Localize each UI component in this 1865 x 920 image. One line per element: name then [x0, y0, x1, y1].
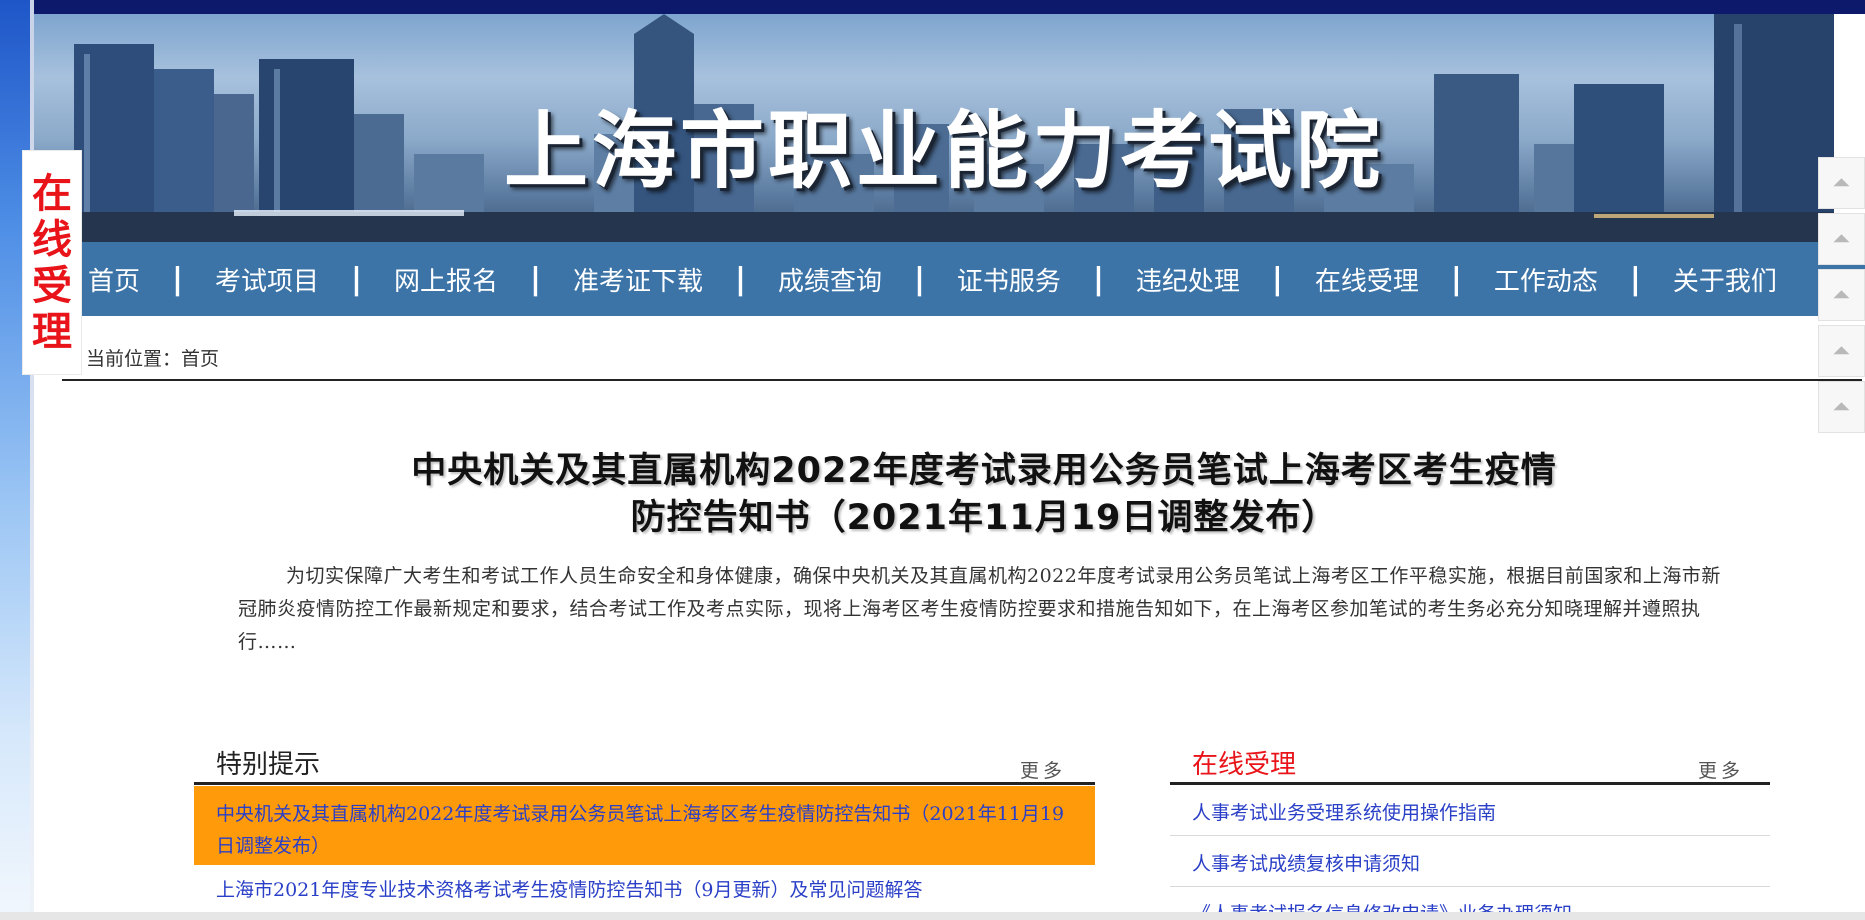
nav-separator: |	[913, 261, 925, 297]
nav-separator: |	[172, 261, 183, 297]
side-tag-char: 在	[32, 169, 72, 217]
nav-item-home[interactable]: 首页	[88, 261, 140, 298]
special-notice-header: 特别提示 更多	[194, 744, 1095, 784]
nav-item-work-news[interactable]: 工作动态	[1494, 261, 1598, 298]
article-title-line-2: 防控告知书（2021年11月19日调整发布）	[630, 498, 1338, 538]
left-gradient-strip	[0, 0, 34, 920]
nav-separator: |	[529, 261, 541, 297]
nav-item-certificate-service[interactable]: 证书服务	[957, 261, 1061, 298]
nav-item-online-service[interactable]: 在线受理	[1315, 261, 1419, 298]
nav-separator: |	[734, 261, 746, 297]
online-service-item[interactable]: 人事考试业务受理系统使用操作指南	[1192, 798, 1496, 825]
scroll-up-button[interactable]: ⏶	[1818, 381, 1865, 433]
floating-scroll-buttons: ⏶ ⏶ ⏶ ⏶ ⏶	[1818, 157, 1865, 437]
online-service-more-link[interactable]: 更多	[1698, 756, 1744, 783]
special-notice-divider	[194, 782, 1095, 785]
nav-separator: |	[1092, 261, 1104, 297]
scroll-up-button[interactable]: ⏶	[1818, 269, 1865, 321]
nav-item-exam-projects[interactable]: 考试项目	[215, 261, 319, 298]
online-service-item-divider	[1170, 835, 1770, 836]
online-service-side-tag[interactable]: 在 线 受 理	[22, 150, 82, 375]
nav-separator: |	[1271, 261, 1283, 297]
nav-item-about-us[interactable]: 关于我们	[1673, 261, 1777, 298]
scroll-up-button[interactable]: ⏶	[1818, 213, 1865, 265]
main-nav: 首页 | 考试项目 | 网上报名 | 准考证下载 | 成绩查询 | 证书服务 |…	[74, 242, 1865, 316]
nav-item-score-query[interactable]: 成绩查询	[778, 261, 882, 298]
up-arrow-icon: ⏶	[1832, 170, 1851, 196]
special-notice-title: 特别提示	[216, 750, 321, 780]
nav-separator: |	[1629, 261, 1641, 297]
scroll-up-button[interactable]: ⏶	[1818, 157, 1865, 209]
site-title: 上海市职业能力考试院	[504, 101, 1385, 200]
online-service-item-divider	[1170, 886, 1770, 887]
side-tag-char: 线	[32, 215, 72, 263]
nav-separator: |	[351, 261, 362, 297]
online-service-title: 在线受理	[1192, 750, 1297, 780]
up-arrow-icon: ⏶	[1832, 226, 1851, 252]
header-banner: 上海市职业能力考试院	[34, 14, 1834, 242]
top-bar	[34, 0, 1865, 14]
horizontal-scrollbar[interactable]	[0, 912, 1865, 920]
article-title-line-1: 中央机关及其直属机构2022年度考试录用公务员笔试上海考区考生疫情	[411, 451, 1557, 491]
online-service-item[interactable]: 人事考试成绩复核申请须知	[1192, 849, 1420, 876]
breadcrumb-divider	[62, 379, 1862, 381]
side-tag-char: 受	[32, 261, 72, 309]
side-tag-char: 理	[32, 307, 72, 355]
up-arrow-icon: ⏶	[1832, 338, 1851, 364]
nav-item-violation-handling[interactable]: 违纪处理	[1136, 261, 1240, 298]
up-arrow-icon: ⏶	[1832, 282, 1851, 308]
nav-separator: |	[1450, 261, 1462, 297]
online-service-header: 在线受理 更多	[1170, 744, 1770, 784]
special-notice-more-link[interactable]: 更多	[1020, 756, 1066, 783]
online-service-divider	[1170, 782, 1770, 785]
up-arrow-icon: ⏶	[1832, 394, 1851, 420]
special-notice-item[interactable]: 上海市2021年度专业技术资格考试考生疫情防控告知书（9月更新）及常见问题解答	[216, 875, 922, 902]
page-container: 上海市职业能力考试院 首页 | 考试项目 | 网上报名 | 准考证下载 | 成绩…	[34, 0, 1865, 920]
breadcrumb: 当前位置：首页	[86, 348, 220, 370]
nav-item-admission-ticket[interactable]: 准考证下载	[573, 261, 703, 298]
article-title[interactable]: 中央机关及其直属机构2022年度考试录用公务员笔试上海考区考生疫情 防控告知书（…	[234, 448, 1734, 542]
special-notice-item-highlighted[interactable]: 中央机关及其直属机构2022年度考试录用公务员笔试上海考区考生疫情防控告知书（2…	[194, 786, 1095, 865]
article-summary: 为切实保障广大考生和考试工作人员生命安全和身体健康，确保中央机关及其直属机构20…	[238, 565, 1721, 653]
scroll-up-button[interactable]: ⏶	[1818, 325, 1865, 377]
nav-item-online-registration[interactable]: 网上报名	[394, 261, 498, 298]
